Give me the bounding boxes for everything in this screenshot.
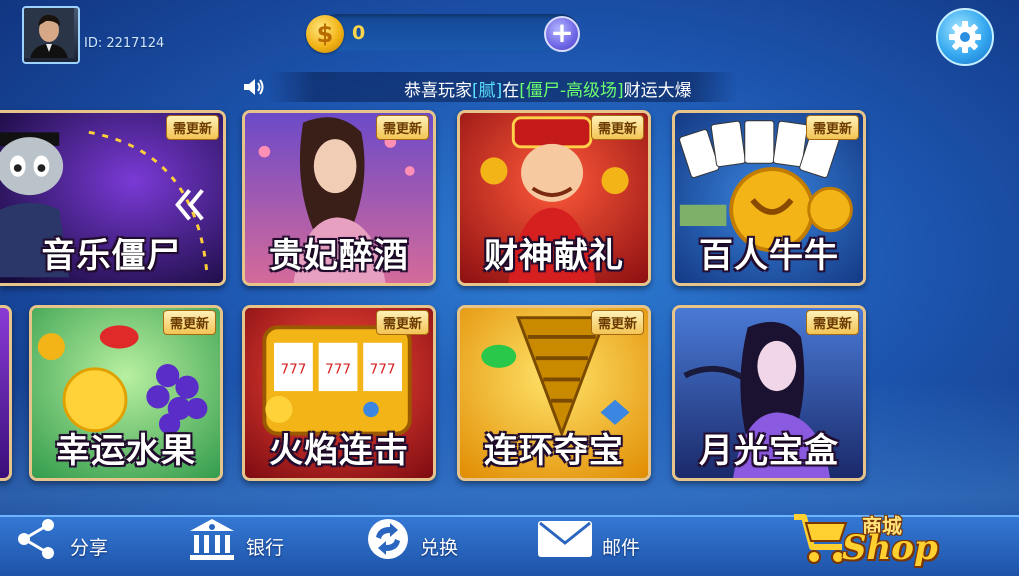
marquee-room: [僵尸-高级场] (519, 81, 624, 101)
svg-text:777: 777 (281, 362, 307, 378)
refresh-exchange-icon (368, 519, 408, 559)
gear-icon (949, 21, 981, 53)
speaker-icon (244, 79, 264, 95)
update-badge: 需更新 (590, 310, 644, 335)
marquee-prefix: 恭喜玩家 (404, 81, 472, 101)
game-card-lucky-fruit[interactable]: 需更新 幸运水果 (29, 305, 223, 481)
player-id: ID: 2217124 (84, 36, 165, 51)
mail-icon (538, 521, 592, 557)
coin-balance: 0 (352, 22, 366, 44)
exchange-label: 兑换 (420, 537, 459, 559)
share-button[interactable]: 分享 (14, 517, 124, 561)
update-badge: 需更新 (375, 115, 429, 140)
avatar[interactable] (22, 6, 80, 64)
game-title: 月光宝盒 (699, 431, 839, 471)
avatar-portrait-icon (24, 8, 74, 58)
offscreen-card-edge (0, 305, 12, 481)
update-badge: 需更新 (375, 310, 429, 335)
update-badge: 需更新 (805, 115, 859, 140)
game-title: 幸运水果 (56, 431, 196, 471)
game-title: 连环夺宝 (484, 431, 624, 471)
game-card-fortune-god[interactable]: 需更新 财神献礼 (457, 110, 651, 286)
announcement-marquee: 恭喜玩家[腻]在[僵尸-高级场]财运大爆 (268, 72, 738, 102)
marquee-text: 恭喜玩家[腻]在[僵尸-高级场]财运大爆 (404, 76, 692, 101)
game-title: 火焰连击 (269, 431, 409, 471)
game-title: 财神献礼 (484, 236, 624, 276)
update-badge: 需更新 (590, 115, 644, 140)
shopping-cart-icon (794, 514, 848, 564)
bank-label: 银行 (246, 537, 285, 559)
update-badge: 需更新 (805, 310, 859, 335)
game-title: 贵妃醉酒 (269, 236, 409, 276)
settings-button[interactable] (936, 8, 994, 66)
shop-label-en: Shop (842, 528, 938, 568)
share-icon (18, 519, 54, 559)
svg-text:777: 777 (325, 362, 351, 378)
mail-button[interactable]: 邮件 (536, 517, 656, 561)
game-card-moonlight-box[interactable]: 需更新 月光宝盒 (672, 305, 866, 481)
marquee-mid: 在 (502, 81, 520, 101)
top-bar: ID: 2217124 $ 0 + (0, 0, 1019, 66)
share-label: 分享 (70, 537, 109, 559)
game-card-music-zombie[interactable]: 需更新 音乐僵尸 (0, 110, 226, 286)
game-card-treasure-chain[interactable]: 需更新 连环夺宝 (457, 305, 651, 481)
game-card-hundred-bull[interactable]: 需更新 百人牛牛 (672, 110, 866, 286)
bank-button[interactable]: 银行 (186, 517, 306, 561)
game-title: 百人牛牛 (699, 236, 839, 276)
mail-label: 邮件 (602, 537, 641, 559)
game-title: 音乐僵尸 (41, 236, 182, 276)
marquee-player: [腻] (472, 81, 503, 101)
svg-text:777: 777 (370, 362, 396, 378)
game-card-fire-combo[interactable]: 777 777 777 需更新 火焰连击 (242, 305, 436, 481)
add-coins-button[interactable]: + (544, 16, 580, 52)
update-badge: 需更新 (162, 310, 216, 335)
marquee-suffix: 财运大爆 (623, 81, 692, 101)
exchange-button[interactable]: 兑换 (364, 517, 484, 561)
bank-icon (190, 519, 234, 560)
coin-icon: $ (306, 15, 344, 53)
game-card-concubine[interactable]: 需更新 贵妃醉酒 (242, 110, 436, 286)
update-badge: 需更新 (165, 115, 219, 140)
